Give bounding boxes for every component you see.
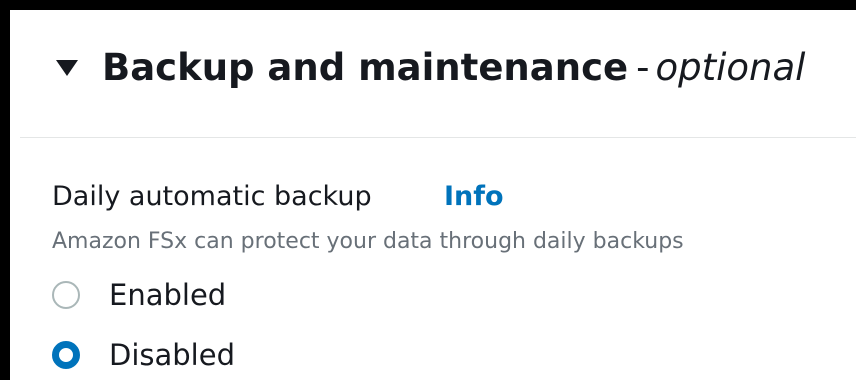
radio-option-disabled[interactable]: Disabled xyxy=(52,333,235,377)
daily-backup-label: Daily automatic backup xyxy=(52,181,372,212)
radio-button-enabled[interactable] xyxy=(52,281,80,309)
caret-down-icon[interactable] xyxy=(56,60,78,76)
screenshot-frame: Backup and maintenance - optional Daily au… xyxy=(0,0,856,380)
daily-backup-description: Amazon FSx can protect your data through… xyxy=(52,229,684,254)
radio-option-enabled[interactable]: Enabled xyxy=(52,273,226,317)
radio-label-disabled[interactable]: Disabled xyxy=(109,335,235,375)
info-link[interactable]: Info xyxy=(444,178,504,216)
section-title: Backup and maintenance - optional xyxy=(102,42,805,94)
title-separator: - xyxy=(636,46,650,89)
section-header-backup-maintenance[interactable]: Backup and maintenance - optional xyxy=(20,20,856,138)
section-title-text: Backup and maintenance xyxy=(102,46,629,89)
optional-label: optional xyxy=(655,46,806,89)
radio-label-enabled[interactable]: Enabled xyxy=(109,275,226,315)
radio-button-disabled[interactable] xyxy=(52,341,80,369)
